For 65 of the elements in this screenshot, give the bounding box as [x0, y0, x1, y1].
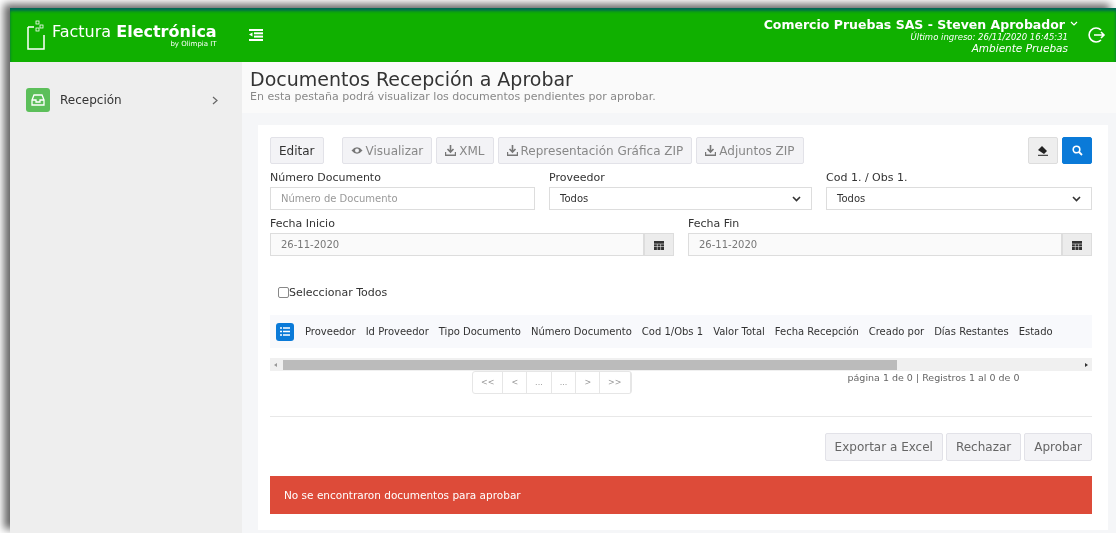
page-subtitle: En esta pestaña podrá visualizar los documentos pendientes por aprobar. [250, 90, 657, 103]
eraser-icon [1037, 145, 1049, 156]
menu-icon[interactable] [248, 29, 263, 41]
pagination-button[interactable]: < [503, 372, 528, 393]
scroll-left-icon[interactable] [273, 361, 279, 368]
column-header[interactable]: Número Documento [525, 326, 637, 337]
pagination-button[interactable]: > [576, 372, 601, 393]
column-header[interactable]: Estado [1013, 326, 1058, 337]
inbox-icon [26, 88, 50, 112]
scroll-right-icon[interactable] [1083, 361, 1089, 368]
alert-message: No se encontraron documentos para aprobar [270, 476, 1092, 514]
toolbar-button[interactable]: Editar [270, 137, 324, 164]
sidebar-item[interactable]: Recepción [10, 84, 242, 116]
calendar-button[interactable] [1062, 233, 1092, 256]
environment-label: Ambiente Pruebas [971, 41, 1068, 54]
horizontal-scrollbar[interactable] [270, 358, 1092, 371]
download-icon [506, 145, 518, 156]
pagination-button[interactable]: ... [551, 372, 577, 393]
download-icon [445, 145, 457, 156]
input-field[interactable]: Número de Documento [270, 187, 535, 210]
checkbox-label: Seleccionar Todos [289, 286, 388, 299]
pagination-button[interactable]: << [473, 372, 504, 393]
eye-icon [350, 146, 363, 155]
pagination-button[interactable]: ... [527, 372, 552, 393]
column-header[interactable]: Valor Total [708, 326, 770, 337]
field-label: Fecha Inicio [270, 217, 336, 230]
column-header[interactable]: Días Restantes [929, 326, 1014, 337]
date-field[interactable]: 26-11-2020 [688, 233, 1062, 256]
chevron-down-icon [792, 195, 801, 202]
logout-icon[interactable] [1088, 26, 1106, 44]
column-header[interactable]: Tipo Documento [433, 326, 526, 337]
download-icon [705, 145, 717, 156]
logo-icon [26, 19, 46, 51]
pagination-button[interactable]: >> [600, 372, 631, 393]
app-title: Factura Electrónica [52, 22, 217, 40]
chevron-right-icon [212, 95, 218, 105]
column-header[interactable]: Creado por [863, 326, 930, 337]
field-label: Proveedor [549, 171, 606, 184]
chevron-down-icon [1072, 195, 1081, 202]
checkbox[interactable] [278, 287, 289, 298]
calendar-icon [1072, 239, 1082, 250]
date-field[interactable]: 26-11-2020 [270, 233, 644, 256]
select-field[interactable]: Todos [549, 187, 812, 210]
column-header[interactable]: Cod 1/Obs 1 [636, 326, 709, 337]
search-button[interactable] [1062, 137, 1092, 164]
column-header[interactable]: Fecha Recepción [769, 326, 864, 337]
action-button[interactable]: Aprobar [1024, 433, 1092, 461]
action-button[interactable]: Exportar a Excel [824, 433, 943, 461]
field-label: Número Documento [270, 171, 382, 184]
action-button[interactable]: Rechazar [945, 433, 1022, 461]
select-field[interactable]: Todos [826, 187, 1092, 210]
clear-button[interactable] [1028, 137, 1058, 164]
search-icon [1071, 145, 1083, 156]
user-menu[interactable]: Comercio Pruebas SAS - Steven Aprobador [763, 16, 1078, 32]
list-icon[interactable] [276, 322, 294, 341]
field-label: Cod 1. / Obs 1. [826, 171, 909, 184]
calendar-icon [654, 239, 664, 250]
page-title: Documentos Recepción a Aprobar [250, 68, 574, 90]
column-header[interactable]: Proveedor [300, 326, 361, 337]
last-login-text: Último ingreso: 26/11/2020 16:45:31 [910, 31, 1068, 42]
field-label: Fecha Fin [688, 217, 741, 230]
column-header[interactable]: Id Proveedor [360, 326, 434, 337]
calendar-button[interactable] [644, 233, 674, 256]
pagination-info: página 1 de 0 | Registros 1 al 0 de 0 [847, 372, 1020, 383]
chevron-down-icon [1070, 21, 1078, 27]
